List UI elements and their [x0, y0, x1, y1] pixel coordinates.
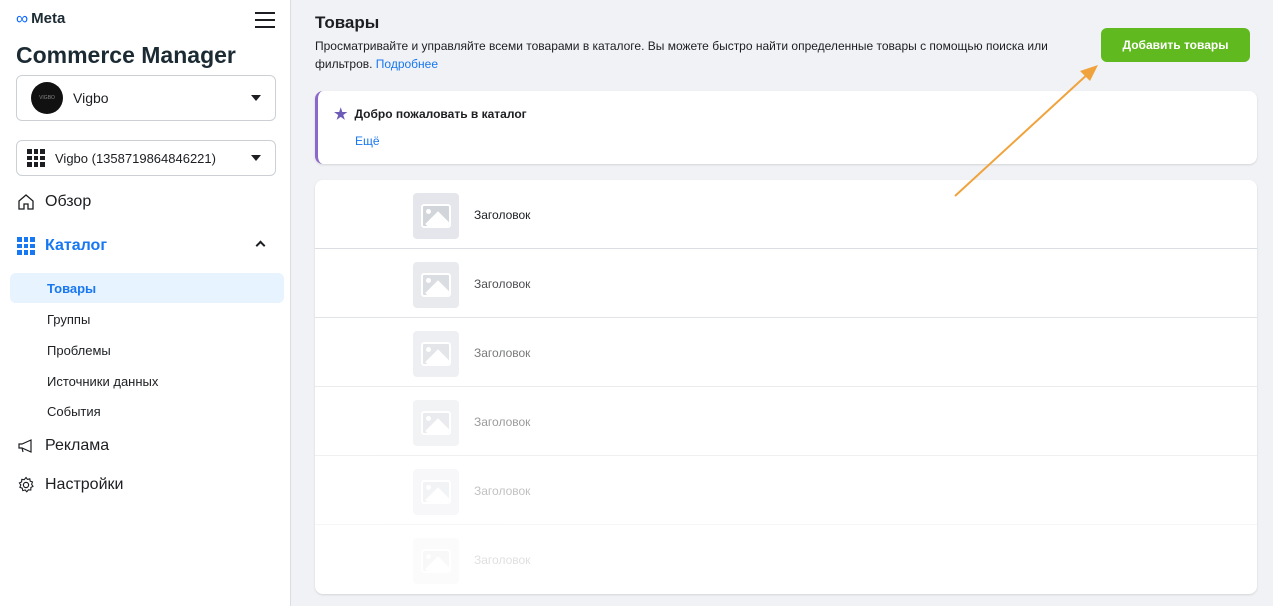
nav-settings-label: Настройки — [45, 476, 124, 493]
megaphone-icon — [16, 436, 36, 456]
sidebar: ∞ Meta Commerce Manager VIGBO Vigbo Vigb… — [0, 0, 291, 606]
nav-ads[interactable]: Реклама — [16, 436, 109, 456]
nav-settings[interactable]: Настройки — [16, 475, 123, 495]
caret-down-icon — [251, 155, 261, 161]
image-placeholder-icon — [413, 469, 459, 515]
catalog-selector[interactable]: Vigbo (1358719864846221) — [16, 140, 276, 176]
meta-brand-text: Meta — [31, 10, 66, 27]
list-item[interactable]: Заголовок — [315, 180, 1257, 249]
nav-sub-products[interactable]: Товары — [10, 273, 284, 303]
product-list: Заголовок Заголовок Заголовок Заголовок … — [315, 180, 1257, 594]
product-title: Заголовок — [474, 553, 531, 567]
learn-more-link[interactable]: Подробнее — [376, 57, 438, 71]
app-title: Commerce Manager — [16, 42, 236, 68]
nav-sub-groups[interactable]: Группы — [10, 304, 284, 334]
list-item[interactable]: Заголовок — [315, 387, 1257, 456]
chevron-up-icon[interactable] — [255, 240, 266, 251]
caret-down-icon — [251, 95, 261, 101]
catalog-grid-icon — [17, 237, 35, 255]
welcome-title: Добро пожаловать в каталог — [354, 107, 527, 121]
product-title: Заголовок — [474, 208, 531, 222]
gear-icon — [16, 475, 36, 495]
nav-sub-problems[interactable]: Проблемы — [10, 335, 284, 365]
list-item[interactable]: Заголовок — [315, 525, 1257, 594]
page-title: Товары — [315, 13, 380, 32]
nav-ads-label: Реклама — [45, 437, 110, 454]
image-placeholder-icon — [413, 538, 459, 584]
list-item[interactable]: Заголовок — [315, 318, 1257, 387]
page-description: Просматривайте и управляйте всеми товара… — [315, 37, 1085, 73]
home-icon — [16, 192, 36, 212]
list-item[interactable]: Заголовок — [315, 249, 1257, 318]
list-item[interactable]: Заголовок — [315, 456, 1257, 525]
meta-logo[interactable]: ∞ Meta — [16, 10, 65, 27]
image-placeholder-icon — [413, 262, 459, 308]
meta-infinity-icon: ∞ — [16, 9, 29, 28]
nav-overview[interactable]: Обзор — [16, 192, 91, 212]
nav-sub-events[interactable]: События — [10, 396, 284, 426]
welcome-banner: ★ Добро пожаловать в каталог Ещё — [315, 91, 1257, 164]
product-title: Заголовок — [474, 346, 531, 360]
nav-sub-data-sources[interactable]: Источники данных — [10, 366, 284, 396]
product-title: Заголовок — [474, 484, 531, 498]
catalog-name: Vigbo (1358719864846221) — [55, 150, 216, 166]
nav-catalog[interactable]: Каталог — [16, 236, 276, 256]
business-avatar: VIGBO — [31, 82, 63, 114]
catalog-grid-icon — [27, 149, 45, 167]
menu-icon[interactable] — [255, 12, 275, 28]
business-selector[interactable]: VIGBO Vigbo — [16, 75, 276, 121]
product-title: Заголовок — [474, 415, 531, 429]
business-name: Vigbo — [73, 90, 109, 106]
image-placeholder-icon — [413, 193, 459, 239]
nav-overview-label: Обзор — [45, 193, 92, 210]
add-products-button[interactable]: Добавить товары — [1101, 28, 1250, 62]
welcome-more-link[interactable]: Ещё — [355, 134, 380, 148]
star-icon: ★ — [334, 106, 348, 123]
image-placeholder-icon — [413, 331, 459, 377]
image-placeholder-icon — [413, 400, 459, 446]
product-title: Заголовок — [474, 277, 531, 291]
nav-catalog-label: Каталог — [45, 237, 107, 254]
